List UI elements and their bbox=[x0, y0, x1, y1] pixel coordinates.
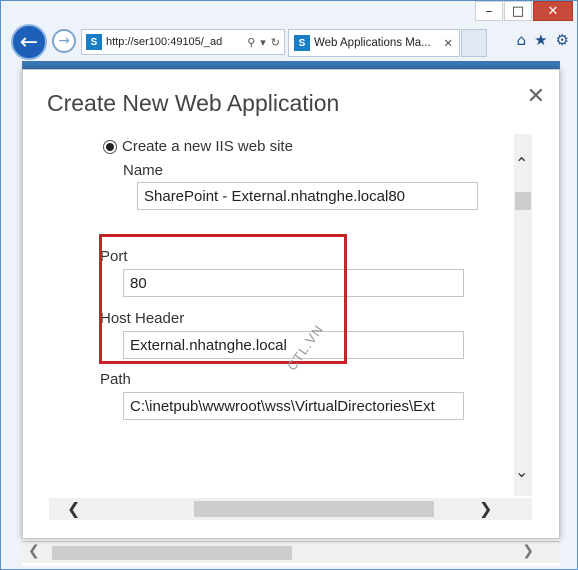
chevron-down-icon[interactable]: ⌄ bbox=[515, 462, 528, 481]
window-controls: – □ ✕ bbox=[475, 1, 573, 21]
page-horizontal-scrollbar[interactable]: ❮ ❯ bbox=[22, 541, 560, 563]
scrollbar-thumb[interactable] bbox=[194, 501, 434, 517]
dialog-vertical-scrollbar[interactable]: ⌃ ⌄ bbox=[514, 134, 532, 496]
chevron-right-icon[interactable]: ❯ bbox=[479, 499, 492, 518]
tab-title: Web Applications Ma... bbox=[314, 37, 431, 49]
close-window-button[interactable]: ✕ bbox=[533, 1, 573, 21]
name-field[interactable]: SharePoint - External.nhatnghe.local80 bbox=[137, 182, 478, 210]
minimize-button[interactable]: – bbox=[475, 1, 503, 21]
close-tab-icon[interactable]: ✕ bbox=[443, 36, 459, 50]
maximize-button[interactable]: □ bbox=[504, 1, 532, 21]
chevron-left-icon[interactable]: ❮ bbox=[28, 543, 40, 559]
dialog-content: Create a new IIS web site Name SharePoin… bbox=[49, 134, 514, 512]
new-tab-button[interactable] bbox=[461, 29, 487, 57]
path-field[interactable]: C:\inetpub\wwwroot\wss\VirtualDirectorie… bbox=[123, 392, 464, 420]
dialog-title: Create New Web Application bbox=[47, 90, 340, 116]
close-icon[interactable]: ✕ bbox=[527, 84, 545, 109]
browser-tab[interactable]: S Web Applications Ma... ✕ bbox=[288, 29, 460, 57]
address-url: http://ser100:49105/_ad bbox=[106, 36, 223, 48]
arrow-left-icon: ← bbox=[19, 29, 39, 55]
sharepoint-icon: S bbox=[86, 34, 102, 50]
forward-button[interactable]: → bbox=[52, 29, 76, 53]
radio-label: Create a new IIS web site bbox=[122, 138, 293, 155]
radio-button[interactable] bbox=[103, 139, 117, 154]
scrollbar-thumb[interactable] bbox=[515, 192, 531, 210]
name-label: Name bbox=[123, 162, 164, 179]
refresh-icon[interactable]: ↻ bbox=[271, 36, 280, 49]
navigation-bar: ← → S http://ser100:49105/_ad ⚲ ▾ ↻ S We… bbox=[1, 23, 578, 61]
browser-toolbar-icons: ⌂ ★ ⚙ bbox=[517, 31, 569, 49]
chevron-left-icon[interactable]: ❮ bbox=[67, 499, 80, 518]
create-iis-site-option[interactable]: Create a new IIS web site bbox=[103, 138, 293, 155]
search-icon[interactable]: ⚲ bbox=[247, 36, 255, 49]
address-bar[interactable]: S http://ser100:49105/_ad ⚲ ▾ ↻ bbox=[81, 29, 285, 55]
arrow-right-icon: → bbox=[58, 33, 70, 49]
sharepoint-icon: S bbox=[294, 35, 310, 51]
scrollbar-thumb[interactable] bbox=[52, 546, 292, 560]
chevron-right-icon[interactable]: ❯ bbox=[522, 543, 534, 559]
star-icon[interactable]: ★ bbox=[534, 31, 547, 49]
dialog-horizontal-scrollbar[interactable]: ❮ ❯ bbox=[49, 498, 532, 520]
create-web-application-dialog: Create New Web Application ✕ Create a ne… bbox=[22, 69, 560, 539]
chevron-up-icon[interactable]: ⌃ bbox=[515, 154, 528, 173]
path-label: Path bbox=[100, 371, 131, 388]
browser-window: – □ ✕ ← → S http://ser100:49105/_ad ⚲ ▾ … bbox=[0, 0, 578, 570]
home-icon[interactable]: ⌂ bbox=[517, 31, 527, 49]
back-button[interactable]: ← bbox=[11, 24, 47, 60]
dropdown-icon[interactable]: ▾ bbox=[260, 36, 266, 49]
gear-icon[interactable]: ⚙ bbox=[556, 31, 569, 49]
